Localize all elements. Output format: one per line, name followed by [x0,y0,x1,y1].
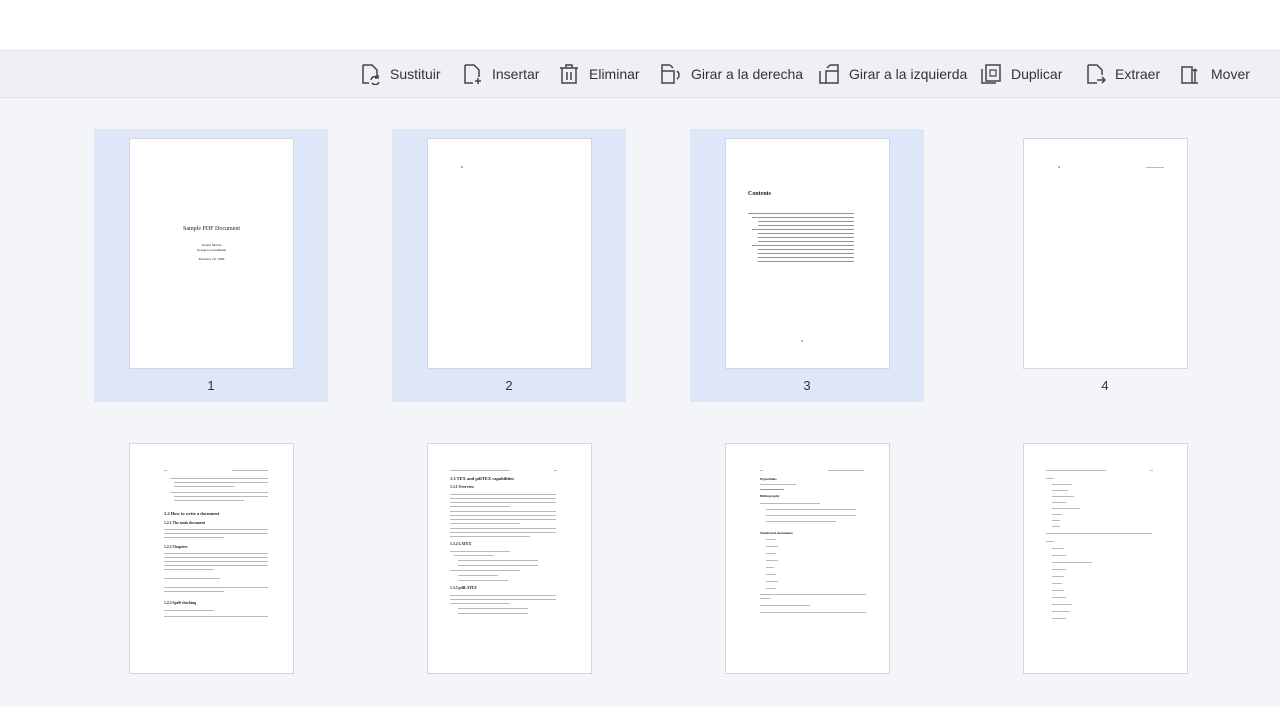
subsection-heading: 1.3.3 pdfLATEX [450,586,477,590]
page-number: 2 [505,378,513,393]
paragraph-heading: Hyperlinks [760,477,777,481]
extract-label: Extraer [1115,66,1161,82]
doc-author: Grzegorz Grudziński [196,248,227,252]
subsection-heading: 1.2.2 Chapters [164,545,188,549]
top-bar [0,0,1280,51]
doc-title: Sample PDF Document [183,226,240,232]
page-preview: Contents [725,138,890,369]
page-preview [1023,138,1188,369]
page-preview: Sample PDF Document Robert Maron Grzegor… [129,138,294,369]
duplicate-icon [981,64,1001,84]
subsection-heading: 1.2.3 Spell-checking [164,601,197,605]
delete-button[interactable]: Eliminar [558,51,640,97]
page-thumbnail-1[interactable]: Sample PDF Document Robert Maron Grzegor… [94,129,328,402]
delete-label: Eliminar [589,66,640,82]
page-thumbnail-2[interactable]: 2 [392,129,626,402]
insert-button[interactable]: Insertar [461,51,539,97]
rotate-left-icon [819,64,839,84]
rotate-right-button[interactable]: Girar a la derecha [660,51,803,97]
page-thumbnail-grid: Sample PDF Document Robert Maron Grzegor… [0,98,1280,674]
paragraph-heading: Bibliography [760,494,780,498]
replace-page-icon [362,64,380,85]
page-preview: Hyperlinks Bibliography Numbered documen… [725,443,890,674]
page-toolbar: Sustituir Insertar Eliminar Girar a la d… [0,51,1280,98]
page-preview: 1.2 How to write a document 1.2.1 The ma… [129,443,294,674]
page-preview [427,138,592,369]
rotate-right-label: Girar a la derecha [691,66,804,82]
insert-page-icon [464,64,481,84]
page-preview [1023,443,1188,674]
doc-date: February 20, 1999 [198,257,225,261]
page-number: 1 [207,378,215,393]
page-number: 3 [803,378,811,393]
duplicate-button[interactable]: Duplicar [980,51,1062,97]
page-mark [461,166,463,168]
move-button[interactable]: Mover [1180,51,1250,97]
page-thumbnail-7[interactable]: Hyperlinks Bibliography Numbered documen… [690,434,924,707]
replace-button[interactable]: Sustituir [359,51,441,97]
paragraph-heading: Numbered documents [760,531,793,535]
page-thumbnail-5[interactable]: 1.2 How to write a document 1.2.1 The ma… [94,434,328,707]
page-thumbnail-3[interactable]: Contents 3 [690,129,924,402]
move-icon [1181,66,1198,84]
contents-heading: Contents [748,191,772,197]
page-thumbnail-6[interactable]: 1.3 TEX and pdfTEX capabilities 1.3.1 Ov… [392,434,626,707]
duplicate-label: Duplicar [1011,66,1063,82]
move-label: Mover [1211,66,1250,82]
trash-icon [560,64,578,84]
replace-label: Sustituir [390,66,441,82]
rotate-left-label: Girar a la izquierda [849,66,968,82]
rotate-right-icon [661,64,680,84]
page-thumbnail-4[interactable]: 4 [988,129,1222,402]
extract-icon [1087,64,1106,84]
insert-label: Insertar [492,66,540,82]
page-preview: 1.3 TEX and pdfTEX capabilities 1.3.1 Ov… [427,443,592,674]
rotate-left-button[interactable]: Girar a la izquierda [818,51,967,97]
extract-button[interactable]: Extraer [1084,51,1160,97]
subsection-heading: 1.3.1 Overview [450,485,475,489]
page-thumbnail-8[interactable] [988,434,1222,707]
subsection-heading: 1.2.1 The main document [164,521,205,525]
page-number: 4 [1101,378,1109,393]
section-heading: 1.3 TEX and pdfTEX capabilities [450,476,515,481]
section-heading: 1.2 How to write a document [164,511,220,516]
doc-author: Robert Maron [201,243,222,247]
subsection-heading: 1.3.2 LATEX [450,542,472,546]
